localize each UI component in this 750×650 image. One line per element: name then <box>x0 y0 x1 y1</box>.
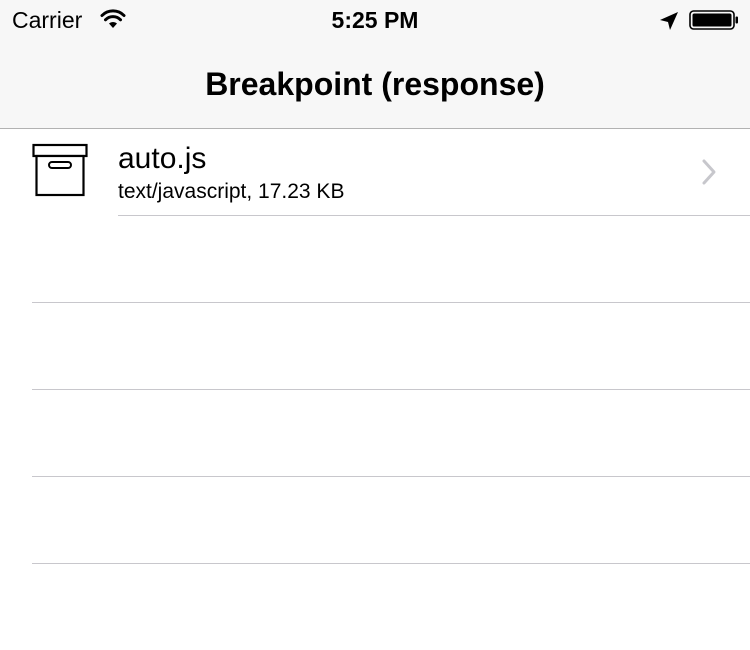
file-list: auto.js text/javascript, 17.23 KB <box>0 129 750 564</box>
row-separator <box>32 563 750 564</box>
top-bar: Carrier 5:25 PM Breakpoint (response) <box>0 0 750 129</box>
empty-row <box>0 390 750 477</box>
empty-row <box>0 303 750 390</box>
nav-title: Breakpoint (response) <box>205 66 545 102</box>
status-time: 5:25 PM <box>331 7 419 33</box>
chevron-right-icon <box>702 159 716 185</box>
archive-box-icon <box>32 143 88 197</box>
file-name: auto.js <box>118 142 207 175</box>
empty-row <box>0 216 750 303</box>
file-details: text/javascript, 17.23 KB <box>118 180 345 203</box>
empty-row <box>0 477 750 564</box>
location-arrow-icon <box>660 12 678 30</box>
battery-icon <box>689 10 738 30</box>
status-bar: Carrier 5:25 PM <box>0 0 750 40</box>
list-item[interactable]: auto.js text/javascript, 17.23 KB <box>0 129 750 216</box>
